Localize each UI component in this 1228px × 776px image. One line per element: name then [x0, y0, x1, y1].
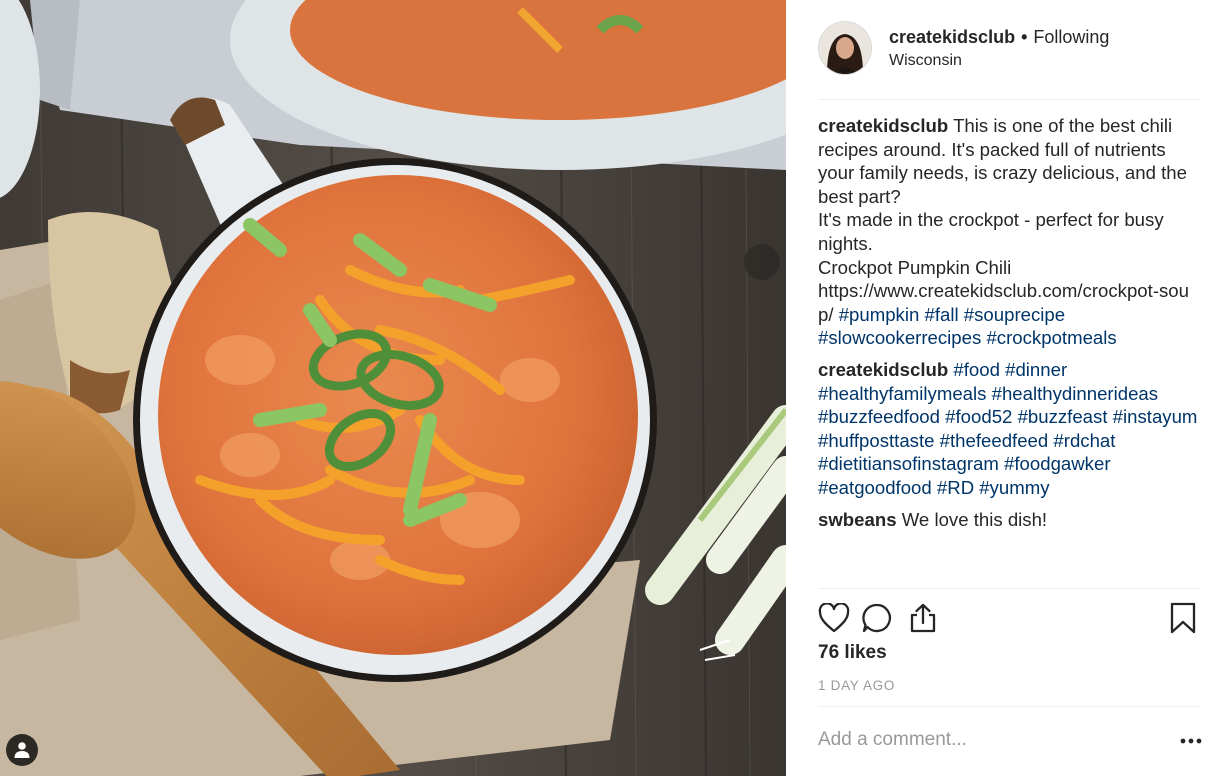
- avatar[interactable]: [818, 21, 872, 75]
- hashtag[interactable]: #huffposttaste: [818, 430, 934, 451]
- hashtag[interactable]: #rdchat: [1053, 430, 1115, 451]
- header-separator: •: [1021, 26, 1028, 47]
- hashtag[interactable]: #fall: [924, 304, 958, 325]
- following-button[interactable]: Following: [1033, 26, 1109, 48]
- more-icon: [1180, 738, 1202, 744]
- heart-icon: [818, 603, 850, 633]
- comment-username[interactable]: swbeans: [818, 509, 897, 530]
- hashtag[interactable]: #souprecipe: [964, 304, 1065, 325]
- hashtag[interactable]: #slowcookerrecipes: [818, 327, 981, 348]
- post-image[interactable]: [0, 0, 786, 776]
- caption-comment: createkidsclub This is one of the best c…: [818, 114, 1198, 350]
- hashtag[interactable]: #healthyfamilymeals: [818, 383, 986, 404]
- comments-divider: [818, 588, 1200, 589]
- hashtag[interactable]: #foodgawker: [1004, 453, 1110, 474]
- like-button[interactable]: [814, 598, 854, 638]
- post-actions: [814, 596, 1206, 640]
- comment-item: createkidsclub #food #dinner #healthyfam…: [818, 358, 1198, 500]
- hashtag[interactable]: #eatgoodfood: [818, 477, 932, 498]
- hashtag[interactable]: #instayum: [1113, 406, 1198, 427]
- hashtag[interactable]: #RD: [937, 477, 974, 498]
- add-comment-input[interactable]: [818, 726, 1158, 754]
- comment-text: We love this dish!: [901, 508, 1048, 530]
- more-options-button[interactable]: [1176, 728, 1206, 754]
- comment-username[interactable]: createkidsclub: [818, 359, 948, 380]
- hashtag[interactable]: #dietitiansofinstagram: [818, 453, 999, 474]
- hashtag[interactable]: #crockpotmeals: [986, 327, 1116, 348]
- tagged-people-button[interactable]: [6, 734, 38, 766]
- post-photo: [0, 0, 786, 776]
- caption-username[interactable]: createkidsclub: [818, 115, 948, 136]
- share-button[interactable]: [900, 598, 946, 638]
- hashtag[interactable]: #food52: [945, 406, 1012, 427]
- likes-count[interactable]: 76 likes: [818, 642, 887, 664]
- caption-recipe-title: Crockpot Pumpkin Chili: [818, 256, 1012, 278]
- header-username[interactable]: createkidsclub: [889, 26, 1015, 48]
- post-location[interactable]: Wisconsin: [889, 51, 1109, 71]
- post-timestamp[interactable]: 1 DAY AGO: [818, 678, 895, 693]
- hashtag[interactable]: #buzzfeedfood: [818, 406, 940, 427]
- hashtag[interactable]: #yummy: [979, 477, 1049, 498]
- comment-item: swbeans We love this dish!: [818, 508, 1198, 532]
- hashtag[interactable]: #thefeedfeed: [940, 430, 1049, 451]
- header-divider: [818, 99, 1200, 100]
- hashtag[interactable]: #pumpkin: [839, 304, 920, 325]
- share-icon: [910, 603, 936, 633]
- add-comment-divider: [818, 706, 1200, 707]
- comment-icon: [862, 603, 892, 633]
- avatar-image: [819, 22, 871, 74]
- comments-list: createkidsclub This is one of the best c…: [818, 114, 1198, 539]
- hashtag[interactable]: #food: [953, 359, 1000, 380]
- bookmark-icon: [1170, 602, 1196, 634]
- comment-button[interactable]: [854, 598, 900, 638]
- hashtag[interactable]: #buzzfeast: [1018, 406, 1108, 427]
- post-side-panel: createkidsclub • Following Wisconsin cre…: [786, 0, 1228, 776]
- caption-text-crockpot: It's made in the crockpot - perfect for …: [818, 209, 1164, 254]
- hashtag[interactable]: #dinner: [1005, 359, 1067, 380]
- person-icon: [14, 742, 30, 758]
- save-button[interactable]: [1160, 598, 1206, 638]
- hashtag[interactable]: #healthydinnerideas: [992, 383, 1158, 404]
- post-header: createkidsclub • Following Wisconsin: [818, 18, 1200, 78]
